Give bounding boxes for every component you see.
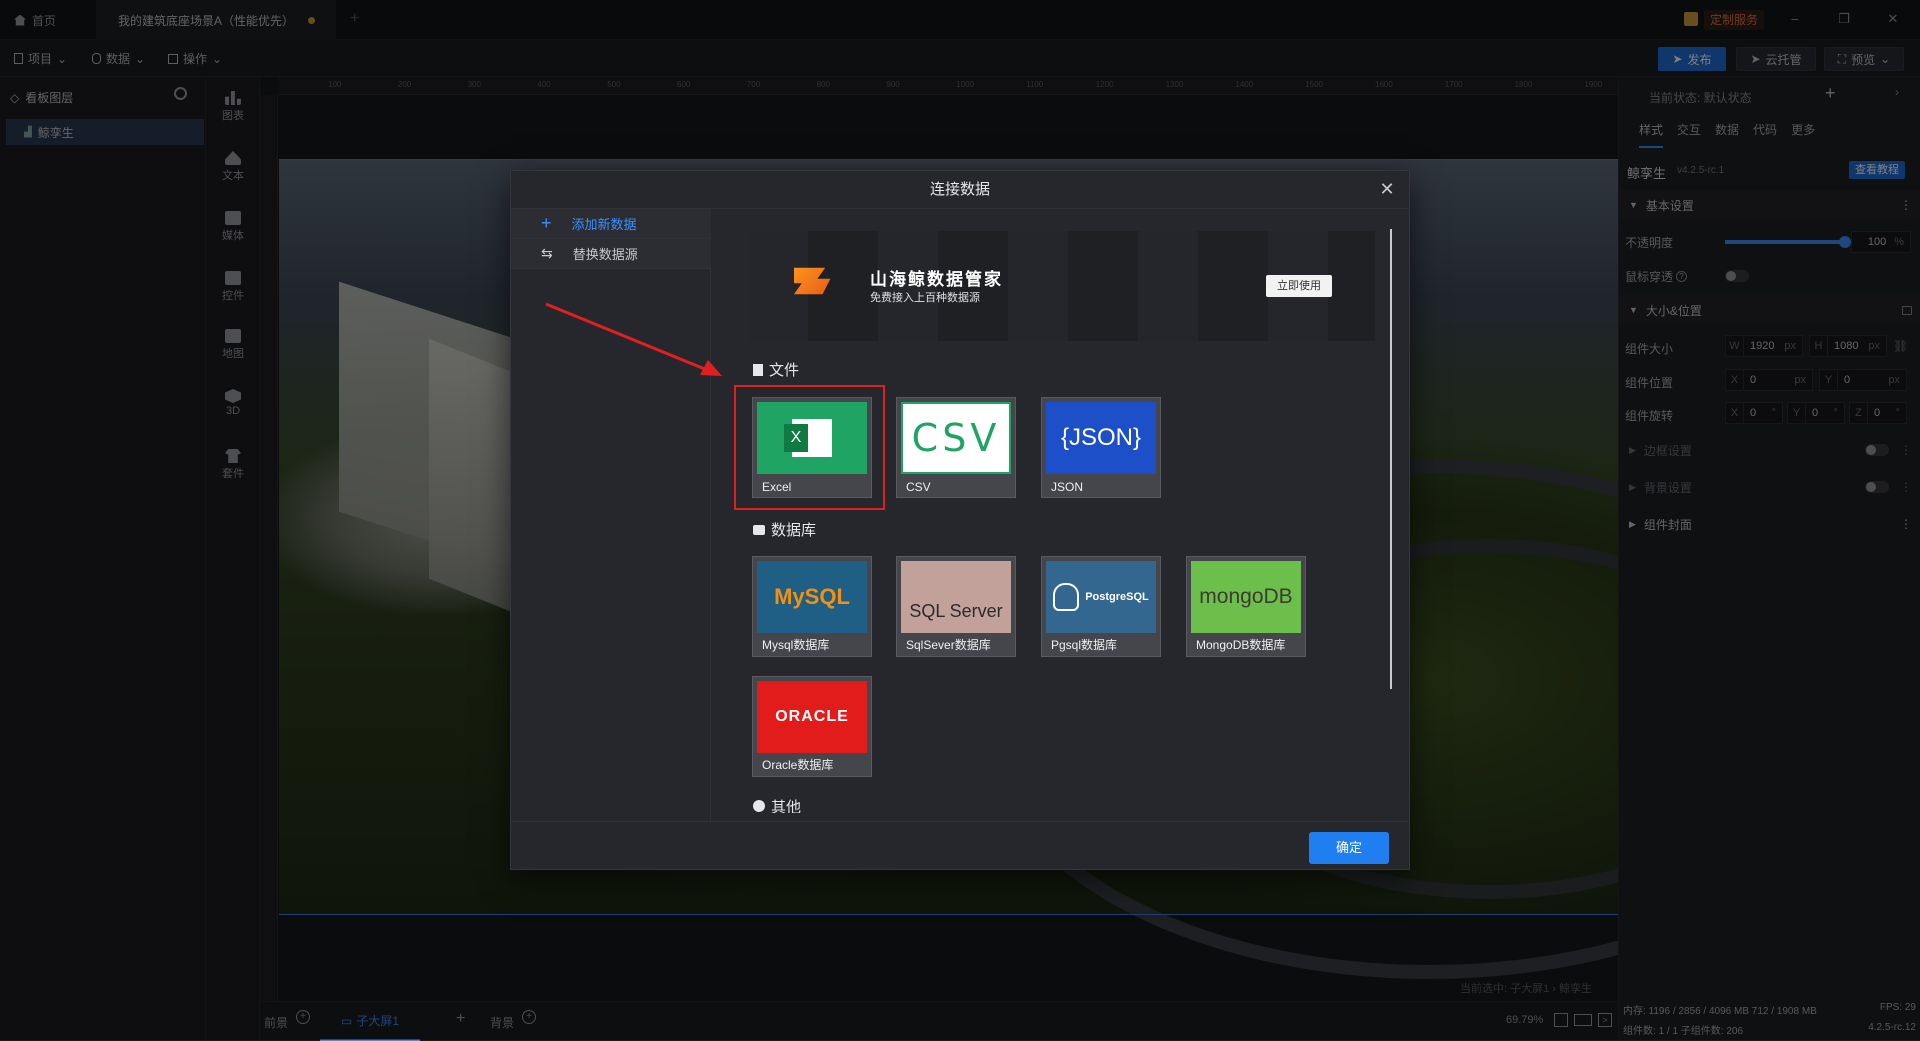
use-now-button[interactable]: 立即使用 (1266, 275, 1332, 297)
mongodb-label: MongoDB数据库 (1196, 638, 1286, 652)
pgsql-card[interactable]: PostgreSQL Pgsql数据库 (1041, 556, 1161, 657)
mysql-logo-text: MySQL (774, 584, 850, 609)
nav-replace-source-label: 替换数据源 (572, 247, 638, 262)
connect-data-dialog: 连接数据 ✕ + 添加新数据 ⇆ 替换数据源 山海鲸数据管家 免费接入上百种数据… (510, 170, 1410, 870)
oracle-label: Oracle数据库 (762, 758, 834, 772)
dialog-title: 连接数据 (929, 181, 990, 198)
nav-add-new-data[interactable]: + 添加新数据 (511, 209, 711, 239)
database-icon (753, 524, 765, 535)
mysql-label: Mysql数据库 (762, 638, 830, 652)
nav-add-new-data-label: 添加新数据 (571, 217, 637, 232)
mongodb-logo: mongoDB (1191, 561, 1301, 633)
csv-logo: CSV (901, 402, 1011, 474)
pgsql-label: Pgsql数据库 (1051, 638, 1118, 652)
oracle-card[interactable]: ORACLE Oracle数据库 (752, 676, 872, 777)
section-other: 其他 (753, 799, 801, 813)
sqlserver-label: SqlSever数据库 (906, 638, 991, 652)
section-database: 数据库 (753, 519, 816, 540)
close-icon[interactable]: ✕ (1377, 179, 1397, 199)
oracle-logo: ORACLE (757, 681, 867, 753)
oracle-logo-text: ORACLE (775, 708, 849, 725)
json-logo: {JSON} (1046, 402, 1156, 474)
dialog-scrollbar[interactable] (1390, 229, 1392, 689)
section-database-title: 数据库 (771, 522, 817, 539)
banner-title: 山海鲸数据管家 (870, 270, 1003, 289)
confirm-button[interactable]: 确定 (1309, 832, 1389, 864)
data-manager-banner[interactable]: 山海鲸数据管家 免费接入上百种数据源 立即使用 (748, 231, 1375, 341)
dialog-footer: 确定 (511, 821, 1409, 871)
sqlserver-card[interactable]: SQL Server SqlSever数据库 (896, 556, 1016, 657)
csv-logo-text: CSV (911, 416, 1001, 460)
pgsql-logo: PostgreSQL (1046, 561, 1156, 633)
dialog-nav: + 添加新数据 ⇆ 替换数据源 (511, 209, 711, 821)
mysql-logo: MySQL (757, 561, 867, 633)
json-logo-text: {JSON} (1060, 424, 1142, 451)
section-file-title: 文件 (769, 362, 800, 379)
csv-label: CSV (906, 480, 931, 494)
mysql-card[interactable]: MySQL Mysql数据库 (752, 556, 872, 657)
json-label: JSON (1051, 480, 1084, 494)
plus-icon: + (541, 213, 552, 233)
pgsql-logo-text: PostgreSQL (1085, 591, 1149, 603)
other-icon (753, 800, 765, 812)
banner-subtitle: 免费接入上百种数据源 (870, 292, 980, 304)
json-card[interactable]: {JSON} JSON (1041, 397, 1161, 498)
dialog-header: 连接数据 ✕ (511, 171, 1409, 209)
file-icon (753, 363, 763, 376)
nav-replace-source[interactable]: ⇆ 替换数据源 (511, 239, 711, 269)
mongodb-card[interactable]: mongoDB MongoDB数据库 (1186, 556, 1306, 657)
csv-card[interactable]: CSV CSV (896, 397, 1016, 498)
sqlserver-logo-text: SQL Server (909, 600, 1003, 621)
excel-highlight-box (734, 385, 885, 510)
swap-icon: ⇆ (541, 245, 553, 261)
elephant-icon (1053, 583, 1080, 611)
mongodb-logo-text: mongoDB (1199, 585, 1293, 608)
section-other-title: 其他 (771, 799, 802, 813)
dialog-body: 山海鲸数据管家 免费接入上百种数据源 立即使用 文件 X Excel CSV C… (711, 209, 1411, 821)
section-file: 文件 (753, 359, 799, 380)
sqlserver-logo: SQL Server (901, 561, 1011, 633)
